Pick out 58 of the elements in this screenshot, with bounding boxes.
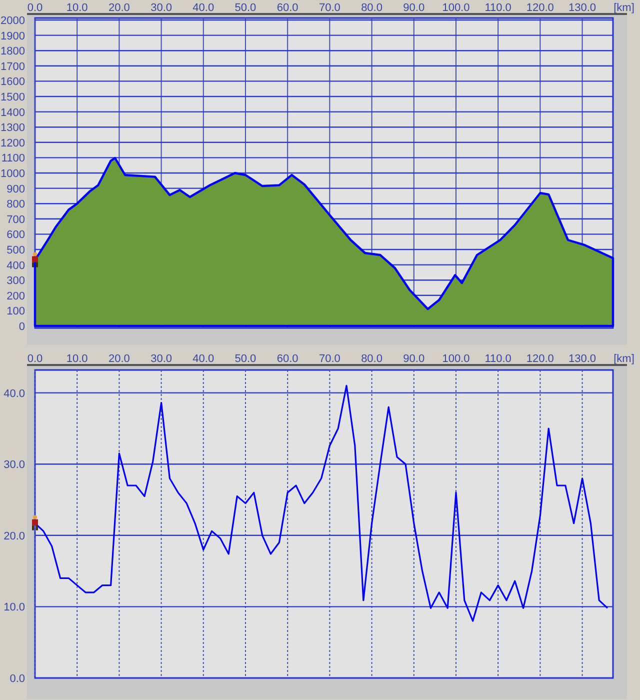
- x-tick-label: 10.0: [66, 353, 88, 365]
- x-tick-label: 120.0: [526, 2, 554, 14]
- x-tick-label: 20.0: [108, 2, 130, 14]
- x-tick-label: 110.0: [484, 2, 512, 14]
- y-tick-label: 700: [6, 214, 25, 226]
- y-tick-label: 300: [6, 275, 25, 288]
- y-tick-label: 1800: [0, 46, 25, 58]
- y-tick-label: 20.0: [4, 530, 25, 542]
- y-tick-label: 400: [6, 260, 25, 272]
- x-tick-label: 50.0: [234, 353, 256, 365]
- y-tick-label: 1000: [0, 168, 25, 180]
- runner-icon: [32, 515, 38, 530]
- x-tick-label: 30.0: [150, 2, 172, 14]
- x-tick-label: 0.0: [27, 353, 43, 365]
- x-tick-label: 60.0: [276, 353, 298, 365]
- y-tick-label: 40.0: [4, 388, 25, 400]
- x-tick-label: 20.0: [108, 353, 130, 365]
- x-tick-label: 60.0: [276, 2, 298, 14]
- x-tick-label: 70.0: [318, 353, 340, 365]
- y-tick-label: 1600: [0, 76, 25, 88]
- x-tick-label: 100.0: [442, 353, 470, 365]
- y-tick-label: 2000: [0, 15, 25, 27]
- y-tick-label: 1900: [0, 30, 25, 42]
- x-tick-label: 80.0: [361, 353, 382, 365]
- unit-label: [km]: [614, 353, 634, 365]
- x-tick-label: 50.0: [234, 2, 256, 14]
- y-tick-label: 10.0: [4, 602, 25, 614]
- y-tick-label: 0.0: [10, 673, 25, 685]
- x-tick-label: 40.0: [192, 2, 214, 14]
- x-tick-label: 30.0: [150, 353, 172, 365]
- y-tick-label: 1500: [0, 92, 25, 104]
- y-tick-label: 0: [18, 321, 25, 333]
- y-tick-label: 1700: [0, 60, 25, 73]
- y-tick-label: 30.0: [4, 459, 25, 472]
- x-tick-label: 130.0: [568, 2, 596, 14]
- x-tick-label: 130.0: [568, 353, 596, 365]
- y-tick-label: 900: [6, 183, 25, 196]
- y-tick-label: 1200: [0, 137, 25, 150]
- unit-label: [km]: [614, 2, 634, 14]
- y-tick-label: 500: [6, 244, 25, 256]
- x-tick-label: 0.0: [27, 2, 43, 14]
- y-tick-label: 1100: [1, 152, 25, 165]
- y-tick-label: 600: [6, 229, 25, 242]
- x-tick-label: 90.0: [403, 2, 425, 14]
- y-tick-label: 100: [6, 306, 25, 318]
- x-tick-label: 70.0: [318, 2, 340, 14]
- x-tick-label: 110.0: [484, 353, 512, 365]
- runner-icon: [32, 252, 38, 268]
- y-tick-label: 1300: [0, 122, 25, 134]
- x-tick-label: 90.0: [403, 353, 425, 365]
- x-tick-label: 80.0: [361, 2, 382, 14]
- y-tick-label: 1400: [0, 106, 25, 119]
- y-tick-label: 800: [6, 198, 25, 211]
- y-tick-label: 200: [6, 290, 25, 302]
- x-tick-label: 10.0: [66, 2, 88, 14]
- x-tick-label: 40.0: [192, 353, 214, 365]
- x-tick-label: 100.0: [442, 2, 470, 14]
- x-tick-label: 120.0: [526, 353, 554, 365]
